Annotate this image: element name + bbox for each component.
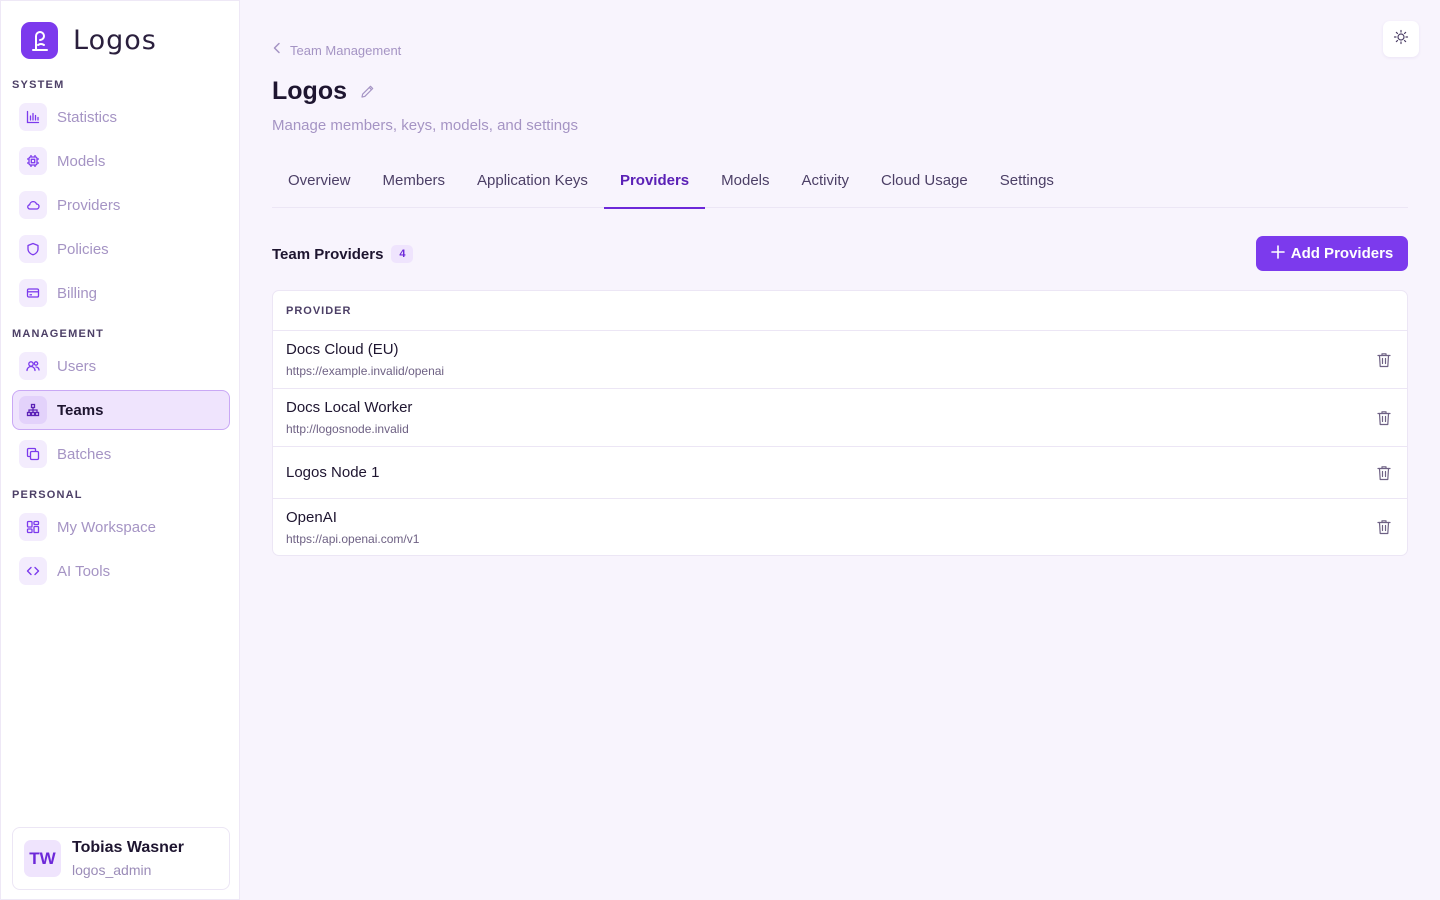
chevron-left-icon — [272, 41, 282, 59]
breadcrumb-label: Team Management — [290, 42, 402, 58]
theme-toggle-button[interactable] — [1383, 21, 1419, 57]
sidebar-item-label: Policies — [57, 240, 109, 258]
chart-icon — [19, 103, 47, 131]
breadcrumb[interactable]: Team Management — [272, 41, 401, 59]
provider-url: https://example.invalid/openai — [286, 364, 445, 378]
credit-card-icon — [19, 279, 47, 307]
copy-icon — [19, 440, 47, 468]
trash-icon[interactable] — [1375, 351, 1393, 369]
pencil-icon[interactable] — [360, 84, 375, 104]
grid-icon — [19, 513, 47, 541]
hierarchy-icon — [19, 396, 47, 424]
add-providers-label: Add Providers — [1290, 245, 1394, 262]
app-name: Logos — [73, 25, 157, 56]
avatar: TW — [24, 840, 61, 877]
sun-icon — [1393, 29, 1409, 50]
table-row[interactable]: Docs Local Worker http://logosnode.inval… — [273, 389, 1407, 447]
chip-icon — [19, 147, 47, 175]
sidebar-item-providers[interactable]: Providers — [12, 185, 230, 225]
tab-application-keys[interactable]: Application Keys — [461, 160, 604, 208]
sidebar-item-batches[interactable]: Batches — [12, 434, 230, 474]
sidebar-item-label: Users — [57, 357, 97, 375]
sidebar: Logos SYSTEM Statistics Models Providers… — [0, 0, 240, 900]
count-badge: 4 — [391, 245, 414, 263]
trash-icon[interactable] — [1375, 409, 1393, 427]
sidebar-item-models[interactable]: Models — [12, 141, 230, 181]
sidebar-item-statistics[interactable]: Statistics — [12, 97, 230, 137]
sidebar-item-teams[interactable]: Teams — [12, 390, 230, 430]
tab-providers[interactable]: Providers — [603, 160, 706, 209]
tab-bar: Overview Members Application Keys Provid… — [272, 160, 1408, 209]
provider-name: Logos Node 1 — [286, 464, 380, 481]
table-header-provider: PROVIDER — [273, 291, 1407, 331]
provider-name: OpenAI — [286, 508, 337, 526]
shield-icon — [19, 235, 47, 263]
code-icon — [19, 557, 47, 585]
user-card[interactable]: TW Tobias Wasner logos_admin — [12, 827, 230, 890]
sidebar-item-users[interactable]: Users — [12, 346, 230, 386]
logo-icon — [21, 22, 58, 59]
provider-url: https://api.openai.com/v1 — [286, 531, 420, 546]
page-subtitle: Manage members, keys, models, and settin… — [272, 117, 578, 134]
section-label-system: SYSTEM — [12, 79, 65, 91]
sidebar-item-policies[interactable]: Policies — [12, 229, 230, 269]
add-providers-button[interactable]: Add Providers — [1256, 236, 1408, 271]
cloud-icon — [19, 191, 47, 219]
user-info: Tobias Wasner logos_admin — [72, 839, 184, 878]
provider-name: Docs Cloud (EU) — [286, 341, 399, 358]
section-label-personal: PERSONAL — [12, 489, 83, 501]
provider-name: Docs Local Worker — [286, 399, 413, 416]
table-row[interactable]: Docs Cloud (EU) https://example.invalid/… — [273, 331, 1407, 389]
team-providers-heading: Team Providers 4 — [272, 245, 414, 263]
table-row[interactable]: Logos Node 1 — [273, 447, 1407, 499]
sidebar-item-label: Models — [57, 152, 106, 170]
trash-icon[interactable] — [1375, 518, 1393, 536]
tab-overview[interactable]: Overview — [272, 160, 367, 208]
plus-icon — [1270, 244, 1285, 263]
tab-activity[interactable]: Activity — [786, 160, 866, 208]
tab-models[interactable]: Models — [705, 160, 785, 208]
sidebar-item-billing[interactable]: Billing — [12, 273, 230, 313]
user-role: logos_admin — [72, 862, 152, 878]
sidebar-item-ai-tools[interactable]: AI Tools — [12, 551, 230, 591]
sidebar-item-label: Providers — [57, 196, 121, 214]
sidebar-item-label: My Workspace — [57, 518, 156, 536]
tab-settings[interactable]: Settings — [984, 160, 1070, 208]
sidebar-item-label: Batches — [57, 445, 112, 463]
users-icon — [19, 352, 47, 380]
user-name: Tobias Wasner — [72, 839, 185, 856]
section-heading-text: Team Providers — [272, 245, 384, 263]
sidebar-item-label: Statistics — [57, 108, 118, 126]
page-title: Logos — [272, 77, 347, 105]
providers-table: PROVIDER Docs Cloud (EU) https://example… — [272, 290, 1408, 556]
trash-icon[interactable] — [1375, 464, 1393, 482]
sidebar-item-label: AI Tools — [57, 562, 111, 580]
sidebar-item-my-workspace[interactable]: My Workspace — [12, 507, 230, 547]
sidebar-item-label: Teams — [57, 401, 104, 419]
tab-members[interactable]: Members — [367, 160, 462, 208]
brand[interactable]: Logos — [21, 22, 157, 59]
table-row[interactable]: OpenAI https://api.openai.com/v1 — [273, 499, 1407, 555]
sidebar-item-label: Billing — [57, 284, 98, 302]
provider-url: http://logosnode.invalid — [286, 422, 409, 436]
tab-cloud-usage[interactable]: Cloud Usage — [865, 160, 984, 208]
section-label-management: MANAGEMENT — [12, 328, 105, 340]
